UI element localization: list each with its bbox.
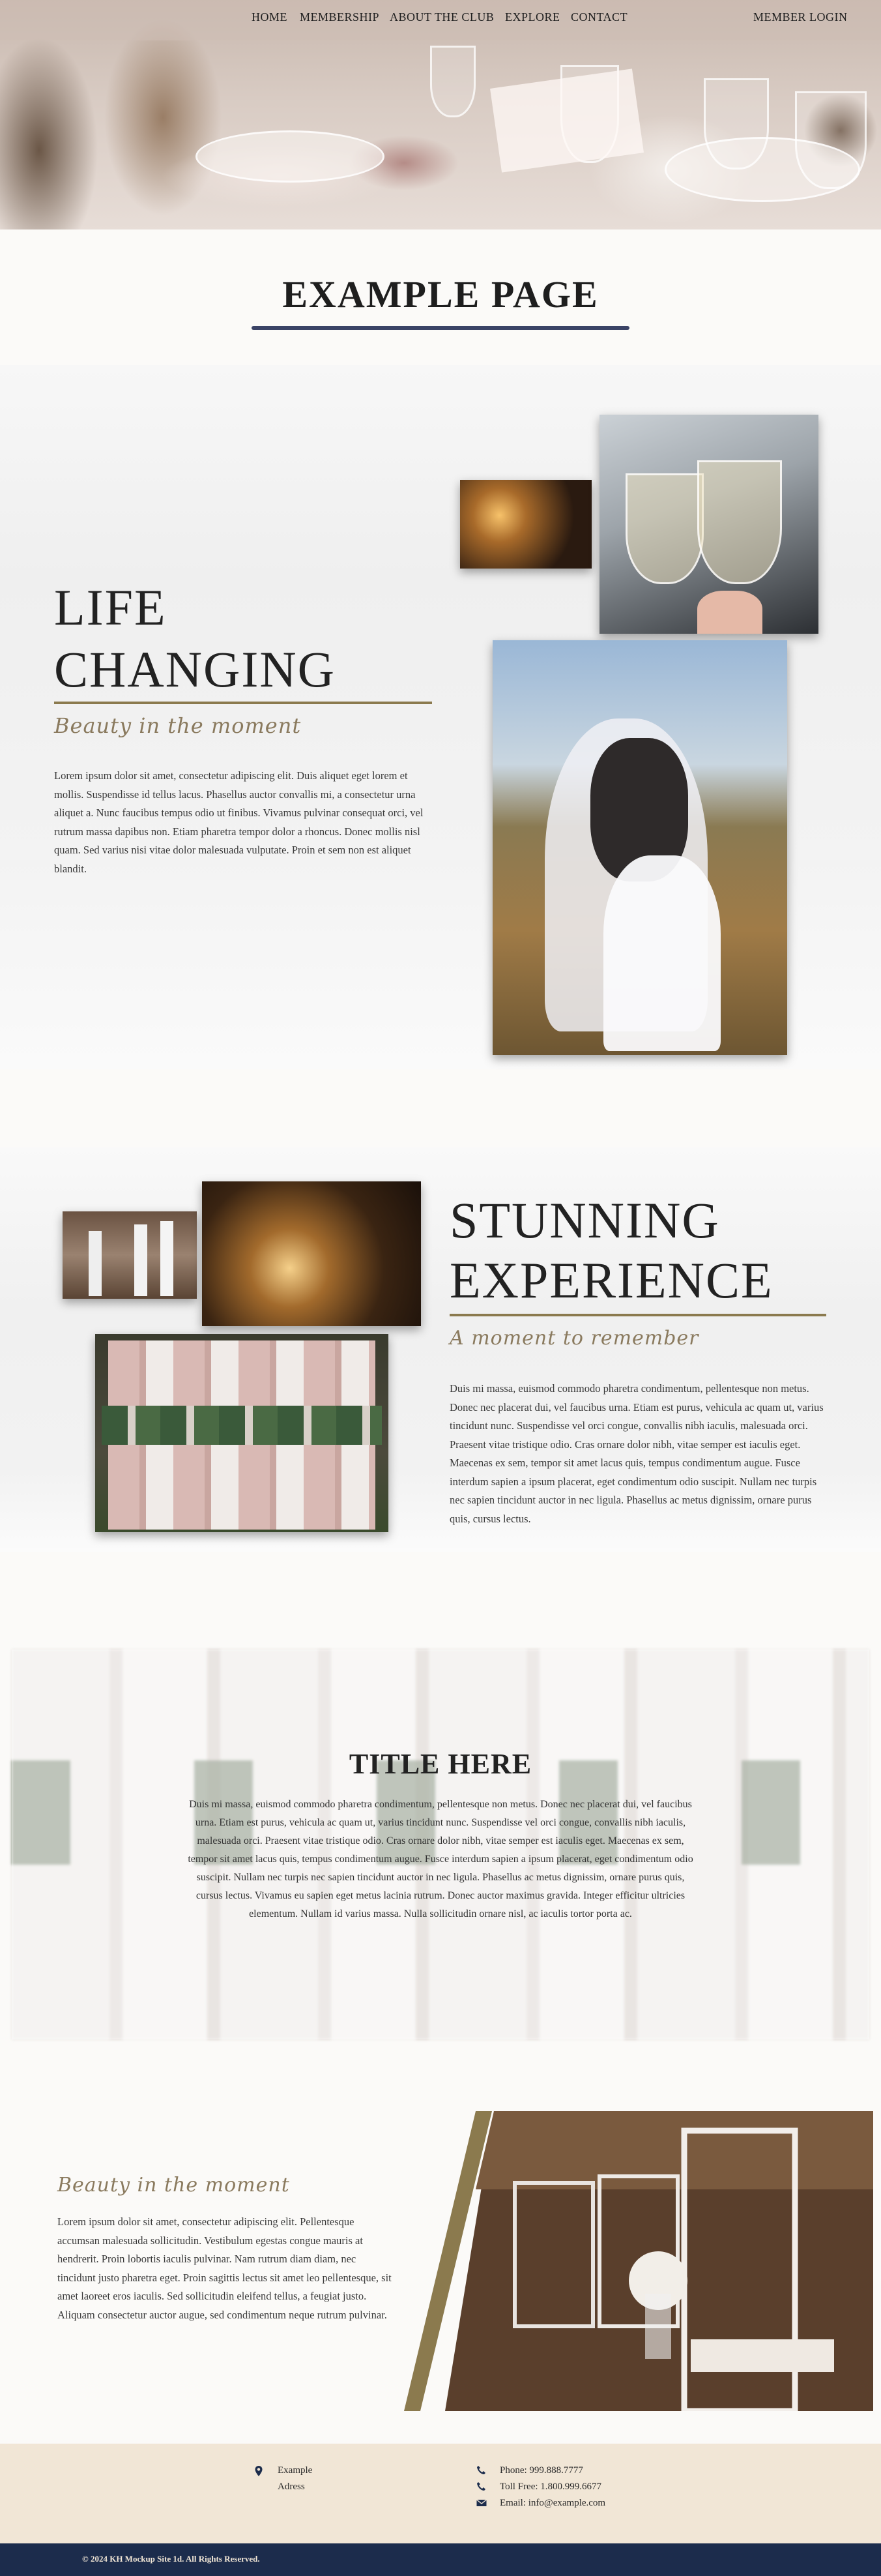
table-candles-photo <box>202 1181 421 1326</box>
map-pin-icon <box>255 2466 263 2476</box>
nav-membership[interactable]: MEMBERSHIP <box>300 10 379 24</box>
footer: Example Adress Phone: 999.888.7777 Toll … <box>0 2444 881 2543</box>
footer-toll-free[interactable]: Toll Free: 1.800.999.6677 <box>500 2481 601 2493</box>
hero-banner: HOME MEMBERSHIP ABOUT THE CLUB EXPLORE C… <box>0 0 881 229</box>
section4-body: Lorem ipsum dolor sit amet, consectetur … <box>57 2215 392 2321</box>
heading-changing: CHANGING <box>54 641 336 698</box>
section1-rule <box>54 702 432 704</box>
section1-body: Lorem ipsum dolor sit amet, consectetur … <box>54 769 424 875</box>
footer-address-line2: Adress <box>278 2481 305 2492</box>
nav-about-the-club[interactable]: ABOUT THE CLUB <box>390 10 494 24</box>
member-login-link[interactable]: MEMBER LOGIN <box>753 10 848 24</box>
chapel-image-frame <box>404 2111 873 2411</box>
hero-glass <box>795 91 867 189</box>
heading-stunning: STUNNING <box>450 1192 720 1249</box>
section4-tagline: Beauty in the moment <box>57 2174 290 2197</box>
top-navigation: HOME MEMBERSHIP ABOUT THE CLUB EXPLORE C… <box>0 0 881 40</box>
hero-glass <box>704 78 769 170</box>
chairs-photo <box>63 1211 197 1299</box>
envelope-icon <box>476 2499 487 2506</box>
section2-tagline: A moment to remember <box>450 1327 699 1350</box>
couple-photo <box>493 640 787 1055</box>
phone-icon <box>477 2466 485 2474</box>
phone-icon <box>477 2482 485 2491</box>
copyright-bar: © 2024 KH Mockup Site 1d. All Rights Res… <box>0 2543 881 2576</box>
footer-address-line1: Example <box>278 2465 313 2476</box>
nav-home[interactable]: HOME <box>252 10 287 24</box>
nav-contact[interactable]: CONTACT <box>571 10 628 24</box>
candle-photo <box>460 480 592 569</box>
copyright-text: © 2024 KH Mockup Site 1d. All Rights Res… <box>82 2554 260 2564</box>
section3-title: TITLE HERE <box>349 1748 532 1780</box>
page-title: EXAMPLE PAGE <box>282 273 599 316</box>
hero-plate <box>195 130 384 183</box>
section2-rule <box>450 1314 826 1316</box>
heading-experience: EXPERIENCE <box>450 1252 773 1309</box>
hero-napkin <box>490 68 644 173</box>
footer-email[interactable]: Email: info@example.com <box>500 2498 605 2509</box>
bridesmaids-photo <box>95 1334 388 1532</box>
nav-explore[interactable]: EXPLORE <box>505 10 560 24</box>
toast-photo <box>599 415 818 634</box>
footer-phone[interactable]: Phone: 999.888.7777 <box>500 2465 583 2476</box>
section3-body: Duis mi massa, euismod commodo pharetra … <box>188 1799 693 1919</box>
section2-body: Duis mi massa, euismod commodo pharetra … <box>450 1382 824 1525</box>
heading-life: LIFE <box>54 579 167 636</box>
section1-tagline: Beauty in the moment <box>54 713 302 738</box>
title-underline <box>252 326 629 330</box>
hero-glass <box>430 46 476 117</box>
